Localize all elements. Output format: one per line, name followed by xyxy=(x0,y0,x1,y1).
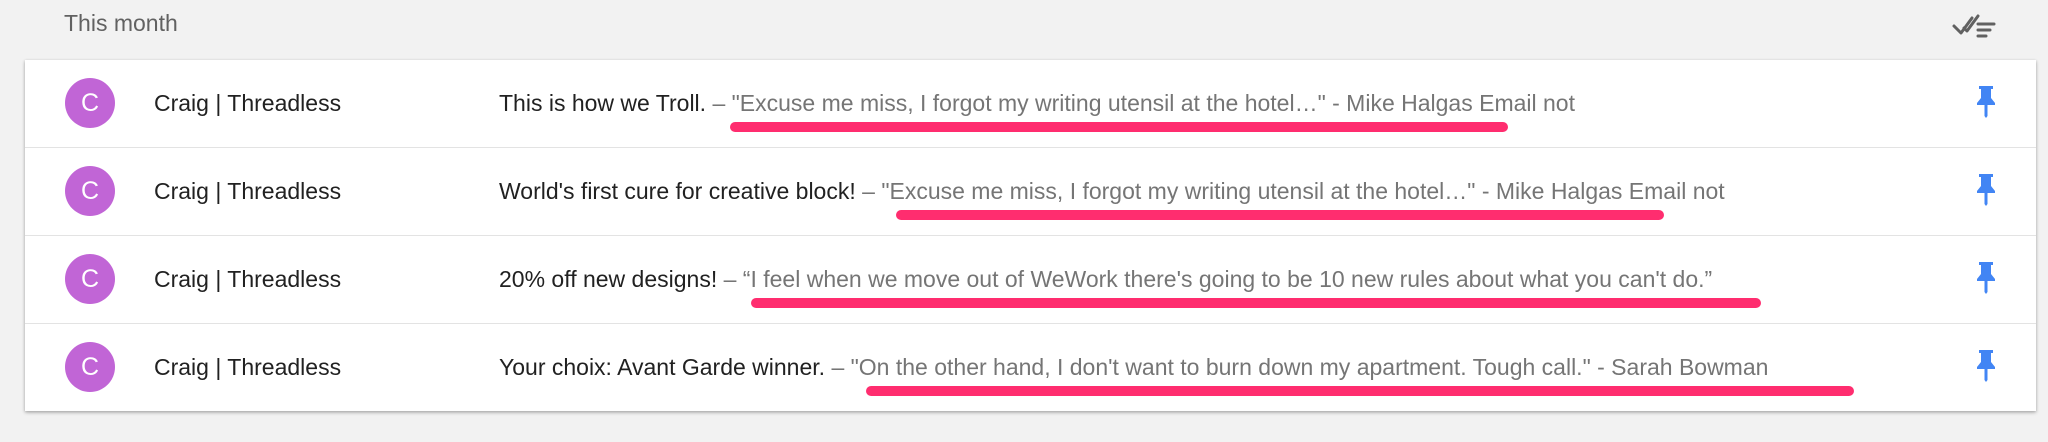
sender-name: Craig | Threadless xyxy=(154,354,342,380)
annotation-underline xyxy=(730,122,1508,132)
email-subject: World's first cure for creative block! xyxy=(499,178,856,204)
message-line: Your choix: Avant Garde winner. – "On th… xyxy=(499,354,1768,381)
sender-name: Craig | Threadless xyxy=(154,90,342,116)
email-list: C Craig | Threadless This is how we Trol… xyxy=(25,60,2036,411)
section-title: This month xyxy=(64,10,178,36)
email-row[interactable]: C Craig | Threadless World's first cure … xyxy=(25,148,2036,236)
pin-icon[interactable] xyxy=(1975,260,1997,294)
annotation-underline xyxy=(866,386,1854,396)
email-row[interactable]: C Craig | Threadless 20% off new designs… xyxy=(25,236,2036,324)
email-snippet: – "Excuse me miss, I forgot my writing u… xyxy=(855,178,1725,204)
message-line: This is how we Troll. – "Excuse me miss,… xyxy=(499,90,1575,117)
annotation-underline xyxy=(751,298,1761,308)
annotation-underline xyxy=(896,210,1664,220)
email-snippet: – “I feel when we move out of WeWork the… xyxy=(717,266,1713,292)
sender-name: Craig | Threadless xyxy=(154,266,342,292)
message-line: World's first cure for creative block! –… xyxy=(499,178,1725,205)
email-subject: Your choix: Avant Garde winner. xyxy=(499,354,832,380)
sweep-done-icon[interactable] xyxy=(1950,6,1998,42)
email-snippet: – "On the other hand, I don't want to bu… xyxy=(831,354,1769,380)
sender-name: Craig | Threadless xyxy=(154,178,342,204)
email-row[interactable]: C Craig | Threadless Your choix: Avant G… xyxy=(25,324,2036,411)
pin-icon[interactable] xyxy=(1975,84,1997,118)
section-header: This month xyxy=(0,0,2048,58)
sender-avatar: C xyxy=(65,342,115,392)
sender-avatar: C xyxy=(65,254,115,304)
pin-icon[interactable] xyxy=(1975,172,1997,206)
sender-avatar: C xyxy=(65,166,115,216)
pin-icon[interactable] xyxy=(1975,348,1997,382)
message-line: 20% off new designs! – “I feel when we m… xyxy=(499,266,1712,293)
email-subject: 20% off new designs! xyxy=(499,266,718,292)
email-snippet: – "Excuse me miss, I forgot my writing u… xyxy=(712,90,1575,116)
sender-avatar: C xyxy=(65,78,115,128)
email-subject: This is how we Troll. xyxy=(499,90,713,116)
email-row[interactable]: C Craig | Threadless This is how we Trol… xyxy=(25,60,2036,148)
